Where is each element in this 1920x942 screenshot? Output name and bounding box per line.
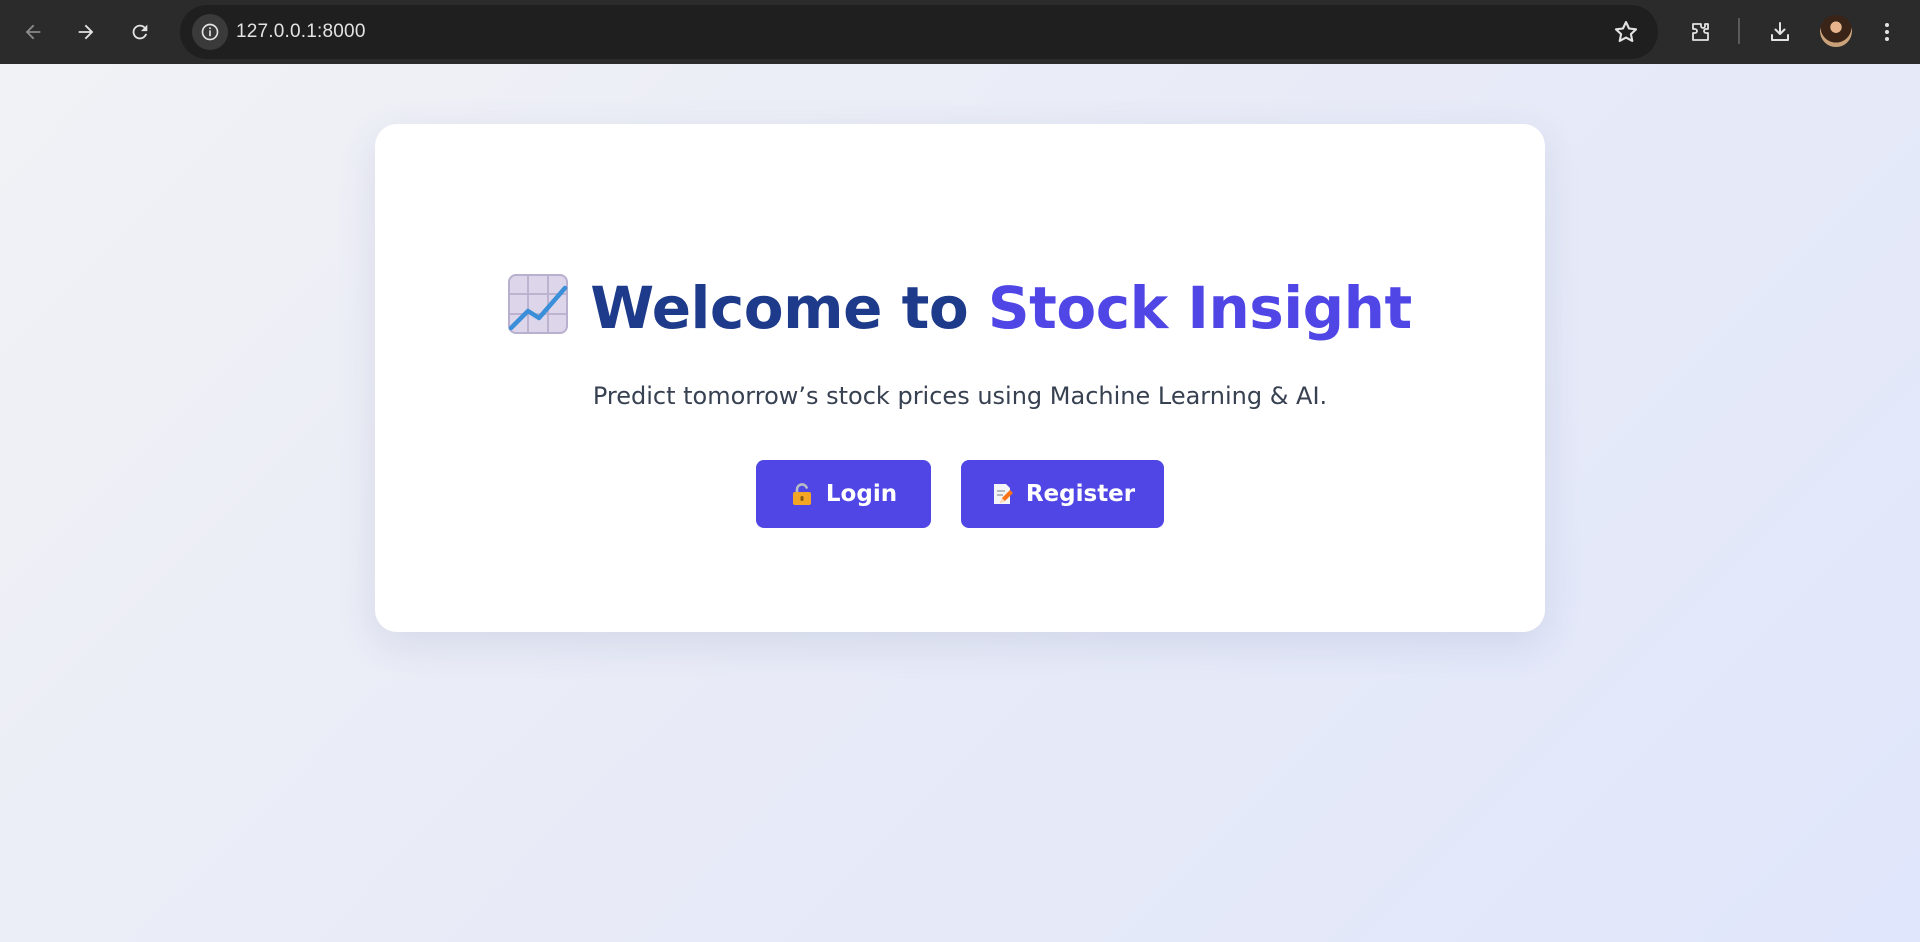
chart-increasing-icon <box>508 274 569 334</box>
register-button[interactable]: Register <box>961 460 1164 528</box>
profile-avatar[interactable] <box>1818 13 1854 49</box>
forward-arrow-icon <box>78 24 94 40</box>
site-info-button[interactable] <box>192 14 228 50</box>
browser-toolbar: 127.0.0.1:8000 <box>0 0 1920 64</box>
back-button[interactable] <box>13 12 53 52</box>
downloads-icon <box>1771 22 1789 41</box>
back-arrow-icon <box>25 24 41 40</box>
title-prefix: Welcome to <box>590 274 988 342</box>
more-menu-button[interactable] <box>1867 12 1907 52</box>
login-button[interactable]: Login <box>756 460 931 528</box>
extensions-icon <box>1692 23 1709 41</box>
title-accent: Stock Insight <box>987 274 1412 342</box>
reload-button[interactable] <box>120 12 160 52</box>
bookmark-star-icon[interactable] <box>1612 18 1640 46</box>
page-title: Welcome to Stock Insight <box>375 274 1545 342</box>
subtitle: Predict tomorrow’s stock prices using Ma… <box>592 382 1328 410</box>
extensions-button[interactable] <box>1680 12 1720 52</box>
page-background: Welcome to Stock Insight Predict tomorro… <box>0 64 1920 942</box>
address-bar[interactable]: 127.0.0.1:8000 <box>180 5 1658 59</box>
downloads-button[interactable] <box>1760 12 1800 52</box>
login-label: Login <box>825 481 898 507</box>
url-text[interactable]: 127.0.0.1:8000 <box>236 21 366 43</box>
more-menu-icon <box>1885 23 1889 41</box>
site-info-icon <box>201 23 219 41</box>
forward-button[interactable] <box>66 12 106 52</box>
toolbar-divider <box>1738 18 1740 44</box>
welcome-card: Welcome to Stock Insight Predict tomorro… <box>375 124 1545 632</box>
register-label: Register <box>1025 481 1136 507</box>
padlock-icon <box>792 483 811 505</box>
memo-icon <box>993 484 1013 504</box>
reload-icon <box>132 24 148 40</box>
